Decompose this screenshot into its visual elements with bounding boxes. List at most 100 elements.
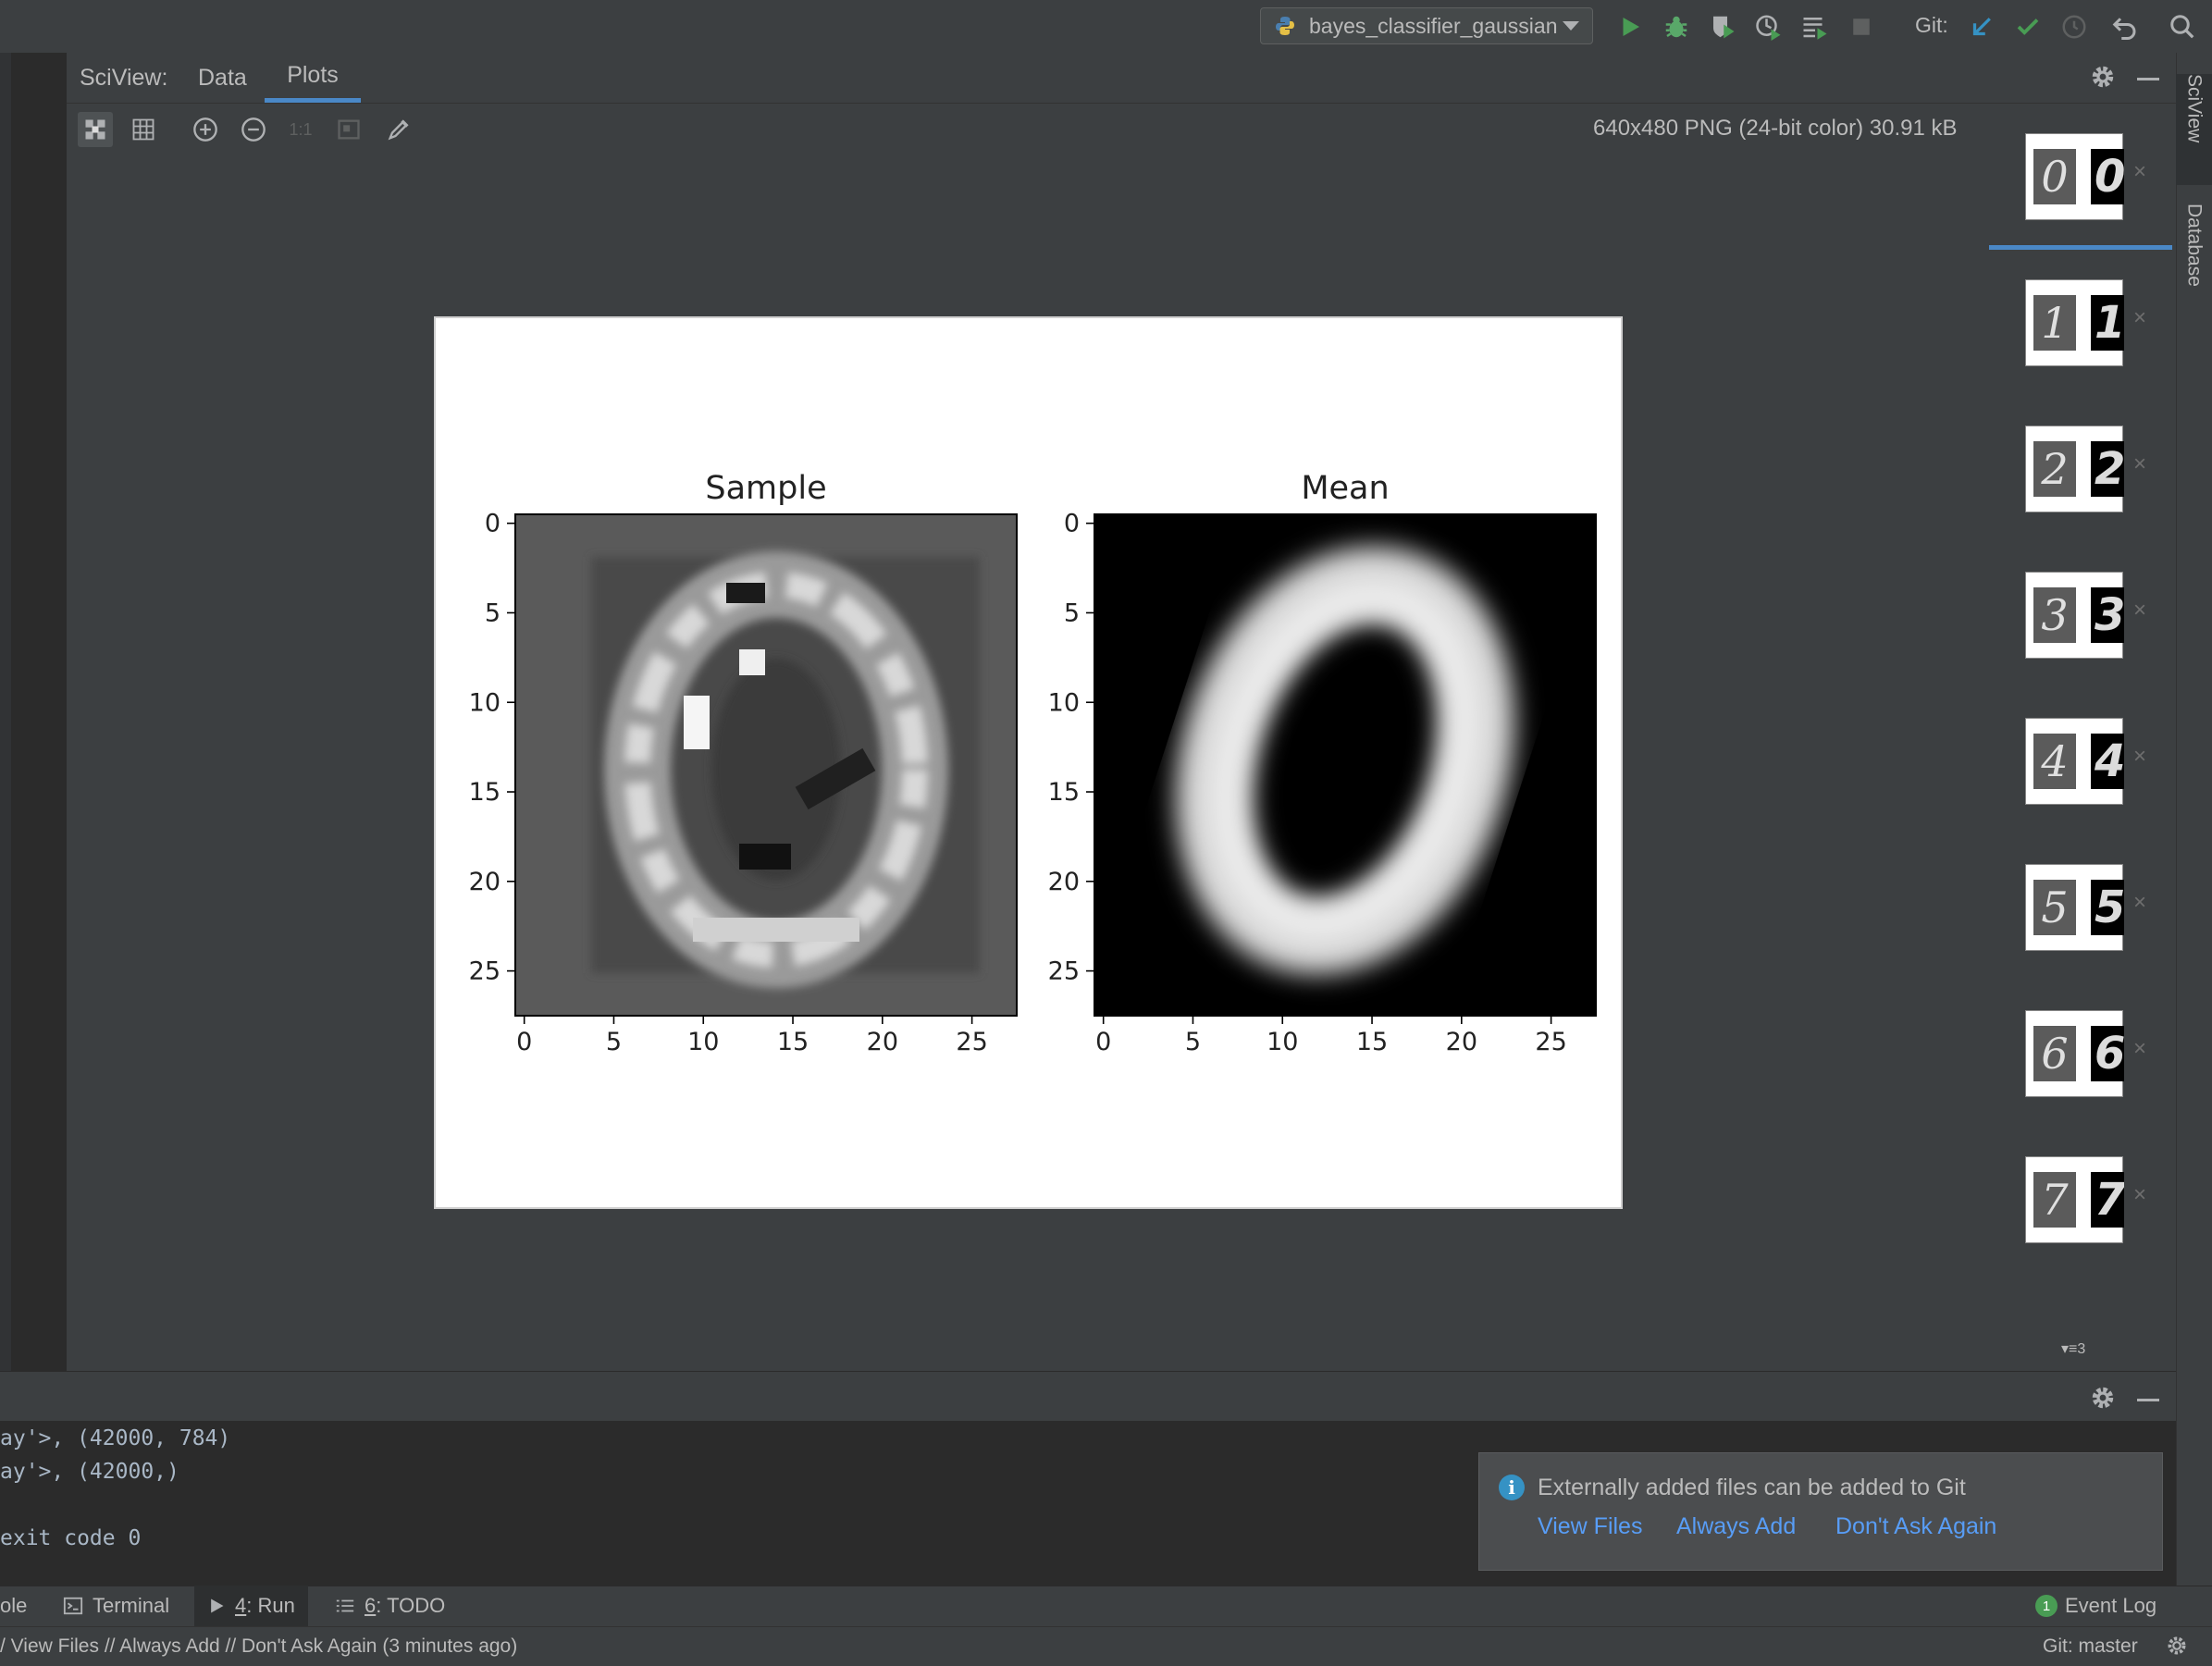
tab-run-label: : Run bbox=[246, 1594, 295, 1617]
tab-plots[interactable]: Plots bbox=[265, 53, 361, 103]
tab-run[interactable]: 4: Run bbox=[194, 1586, 308, 1626]
close-thumbnail-icon[interactable]: × bbox=[2133, 598, 2146, 623]
y-tick-label: 20 bbox=[469, 868, 500, 896]
play-icon bbox=[211, 1598, 224, 1613]
search-everywhere-button[interactable] bbox=[2167, 11, 2198, 43]
sciview-minimize-button[interactable] bbox=[2137, 78, 2159, 80]
gear-icon bbox=[2092, 66, 2114, 88]
view-files-link[interactable]: View Files bbox=[1538, 1513, 1642, 1540]
tab-console-label: ole bbox=[0, 1594, 28, 1617]
thumbnail-mean-digit: 0 bbox=[2091, 149, 2124, 204]
git-branch-widget[interactable]: Git: master bbox=[2043, 1635, 2138, 1658]
close-thumbnail-icon[interactable]: × bbox=[2133, 451, 2146, 477]
close-thumbnail-icon[interactable]: × bbox=[2133, 890, 2146, 916]
close-thumbnail-icon[interactable]: × bbox=[2133, 1036, 2146, 1062]
run-settings-button[interactable] bbox=[2087, 1382, 2119, 1413]
plot-thumbnail[interactable]: 66 bbox=[2025, 1010, 2124, 1097]
tab-data[interactable]: Data bbox=[198, 65, 247, 92]
thumbnail-sample-digit: 5 bbox=[2033, 880, 2076, 935]
thumbnail-sample-digit: 1 bbox=[2033, 295, 2076, 351]
run-configuration-dropdown[interactable]: bayes_classifier_gaussian bbox=[1260, 7, 1593, 44]
eyedropper-icon bbox=[388, 119, 409, 141]
show-grid-button[interactable] bbox=[126, 112, 161, 147]
thumbnail-count[interactable]: ▾≡3 bbox=[2061, 1339, 2085, 1358]
y-tick-label: 25 bbox=[1048, 957, 1080, 986]
run-icon bbox=[1623, 18, 1639, 36]
mean-subplot: Mean 0 5 10 15 20 25 0 5 10 15 20 25 bbox=[1048, 470, 1597, 1056]
search-icon bbox=[2170, 15, 2194, 39]
zoom-in-button[interactable] bbox=[188, 112, 223, 147]
tab-event-log[interactable]: 1 Event Log bbox=[2022, 1586, 2169, 1626]
x-tick-label: 15 bbox=[1356, 1028, 1388, 1056]
bug-icon bbox=[1665, 16, 1687, 38]
concurrency-icon bbox=[1803, 18, 1827, 40]
tab-terminal[interactable]: Terminal bbox=[50, 1586, 182, 1626]
plot-thumbnail[interactable]: 22 bbox=[2025, 426, 2124, 512]
zoom-out-icon bbox=[241, 117, 266, 142]
tab-todo-number: 6 bbox=[365, 1594, 377, 1617]
y-tick-label: 25 bbox=[469, 957, 500, 986]
stop-button[interactable] bbox=[1846, 11, 1877, 43]
close-thumbnail-icon[interactable]: × bbox=[2133, 744, 2146, 770]
x-tick-label: 15 bbox=[777, 1028, 809, 1056]
list-icon bbox=[336, 1599, 354, 1612]
thumbnail-mean-digit: 5 bbox=[2091, 880, 2124, 935]
profile-button[interactable] bbox=[1753, 11, 1785, 43]
sciview-settings-button[interactable] bbox=[2087, 61, 2119, 93]
sciview-header bbox=[67, 53, 2176, 104]
plot-thumbnail[interactable]: 55 bbox=[2025, 864, 2124, 951]
thumbnail-sample-digit: 6 bbox=[2033, 1026, 2076, 1081]
terminal-icon bbox=[63, 1597, 83, 1615]
editor-gutter bbox=[11, 53, 67, 1371]
always-add-link[interactable]: Always Add bbox=[1676, 1513, 1796, 1540]
tab-sciview-vertical[interactable]: SciView bbox=[2176, 74, 2212, 185]
checkmark-icon bbox=[2017, 19, 2039, 35]
status-settings-button[interactable] bbox=[2165, 1634, 2189, 1662]
actual-size-button[interactable]: 1:1 bbox=[283, 112, 318, 147]
notification-message: Externally added files can be added to G… bbox=[1538, 1475, 1966, 1500]
run-button[interactable] bbox=[1614, 11, 1646, 43]
tab-todo[interactable]: 6: TODO bbox=[322, 1586, 458, 1626]
thumbnail-mean-digit: 7 bbox=[2091, 1172, 2124, 1228]
git-commit-button[interactable] bbox=[2012, 11, 2044, 43]
git-history-button[interactable] bbox=[2058, 11, 2090, 43]
editor-edge bbox=[0, 53, 11, 1371]
fit-to-window-button[interactable] bbox=[78, 112, 113, 147]
debug-button[interactable] bbox=[1661, 11, 1692, 43]
x-tick-label: 5 bbox=[1185, 1028, 1201, 1056]
status-message[interactable]: / View Files // Always Add // Don't Ask … bbox=[0, 1635, 517, 1658]
sample-title: Sample bbox=[705, 470, 826, 507]
thumbnail-mean-digit: 1 bbox=[2091, 295, 2124, 351]
run-with-coverage-button[interactable] bbox=[1707, 11, 1738, 43]
dont-ask-again-link[interactable]: Don't Ask Again bbox=[1835, 1513, 1996, 1540]
close-thumbnail-icon[interactable]: × bbox=[2133, 159, 2146, 185]
tab-event-log-label: Event Log bbox=[2065, 1594, 2157, 1617]
fit-zoom-button[interactable] bbox=[331, 112, 366, 147]
thumbnail-mean-digit: 3 bbox=[2091, 587, 2124, 643]
close-thumbnail-icon[interactable]: × bbox=[2133, 1182, 2146, 1208]
zoom-in-icon bbox=[193, 117, 217, 142]
plot-thumbnail[interactable]: 44 bbox=[2025, 718, 2124, 805]
tab-database-vertical[interactable]: Database bbox=[2176, 204, 2212, 342]
run-minimize-button[interactable] bbox=[2137, 1399, 2159, 1401]
undo-icon bbox=[2112, 18, 2136, 40]
close-thumbnail-icon[interactable]: × bbox=[2133, 305, 2146, 331]
y-tick-label: 5 bbox=[1064, 599, 1080, 627]
git-rollback-button[interactable] bbox=[2109, 11, 2141, 43]
plot-thumbnail[interactable]: 00 bbox=[2025, 133, 2124, 220]
git-label: Git: bbox=[1915, 13, 1948, 37]
plot-thumbnail[interactable]: 33 bbox=[2025, 572, 2124, 659]
console-line: ay'>, (42000, 784) bbox=[0, 1426, 231, 1450]
thumbnail-sample-digit: 7 bbox=[2033, 1172, 2076, 1228]
zoom-out-button[interactable] bbox=[236, 112, 271, 147]
fit-icon bbox=[85, 119, 105, 140]
thumbnail-sample-digit: 3 bbox=[2033, 587, 2076, 643]
run-concurrency-button[interactable] bbox=[1799, 11, 1831, 43]
git-update-button[interactable] bbox=[1966, 11, 1997, 43]
tab-console[interactable]: ole bbox=[0, 1586, 40, 1626]
plot-thumbnail[interactable]: 77 bbox=[2025, 1156, 2124, 1243]
plot-thumbnail[interactable]: 11 bbox=[2025, 279, 2124, 366]
selected-thumbnail-indicator bbox=[1989, 245, 2172, 250]
color-picker-button[interactable] bbox=[381, 112, 416, 147]
tab-sciview-vertical-label: SciView bbox=[2183, 74, 2206, 143]
